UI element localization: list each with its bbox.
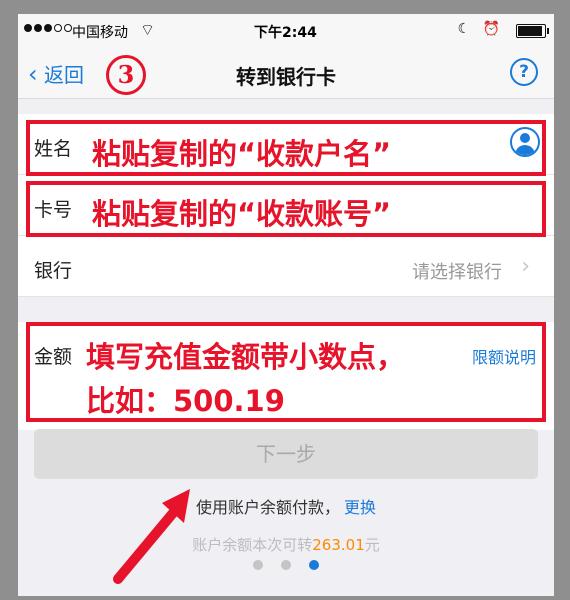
chevron-right-icon: › bbox=[521, 254, 530, 279]
bank-label: 银行 bbox=[34, 260, 73, 282]
battery-icon bbox=[516, 24, 549, 38]
status-time: 下午2:44 bbox=[254, 25, 317, 41]
amount-annotation-line2: 比如：500.19 bbox=[86, 384, 285, 418]
balance-info: 账户余额本次可转263.01元 bbox=[18, 534, 554, 555]
red-arrow-icon bbox=[113, 489, 190, 584]
balance-amount: 263.01 bbox=[312, 536, 365, 554]
screenshot-frame: 中国移动 ⌔ 下午2:44 ☾ ⏰ ‹ 返回 3 转到银行卡 ? 姓名 卡号 银… bbox=[0, 0, 570, 600]
page-dot bbox=[253, 560, 263, 570]
status-bar: 中国移动 ⌔ 下午2:44 ☾ ⏰ bbox=[18, 14, 554, 48]
amount-annotation-line1: 填写充值金额带小数点， bbox=[86, 340, 406, 374]
signal-strength-icon bbox=[24, 24, 72, 32]
change-payment-link[interactable]: 更换 bbox=[344, 498, 376, 517]
card-annotation-text: 粘贴复制的“收款账号” bbox=[92, 197, 392, 231]
name-annotation-text: 粘贴复制的“收款户名” bbox=[92, 137, 392, 171]
page-indicator bbox=[18, 560, 554, 570]
wifi-icon: ⌔ bbox=[140, 20, 156, 39]
navigation-bar: ‹ 返回 3 转到银行卡 ? bbox=[18, 48, 554, 99]
balance-suffix: 元 bbox=[364, 536, 380, 554]
bank-select-row[interactable]: 银行 请选择银行 › bbox=[18, 236, 554, 297]
help-icon[interactable]: ? bbox=[510, 58, 538, 86]
page-title: 转到银行卡 bbox=[236, 65, 336, 89]
phone-screen: 中国移动 ⌔ 下午2:44 ☾ ⏰ ‹ 返回 3 转到银行卡 ? 姓名 卡号 银… bbox=[18, 14, 554, 596]
status-icons: ☾ ⏰ bbox=[457, 21, 504, 37]
bank-select-hint: 请选择银行 bbox=[412, 262, 502, 283]
payment-method-info: 使用账户余额付款， 更换 bbox=[18, 494, 554, 518]
carrier-name: 中国移动 bbox=[72, 25, 128, 41]
page-dot-active bbox=[309, 560, 319, 570]
page-dot bbox=[281, 560, 291, 570]
